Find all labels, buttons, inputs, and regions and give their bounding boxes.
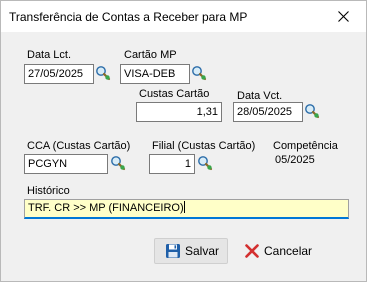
competencia-label: Competência <box>273 140 338 152</box>
historico-input[interactable]: TRF. CR >> MP (FINANCEIRO) <box>24 199 349 219</box>
custas-cartao-label: Custas Cartão <box>139 88 210 100</box>
data-vct-input[interactable]: 28/05/2025 <box>233 102 303 122</box>
data-lct-label: Data Lct. <box>27 49 72 61</box>
data-vct-lookup-icon[interactable] <box>304 103 320 119</box>
cca-input[interactable]: PCGYN <box>24 154 108 174</box>
cartao-mp-lookup-icon[interactable] <box>191 65 207 81</box>
custas-cartao-input[interactable]: 1,31 <box>136 102 222 122</box>
text-caret <box>183 201 185 213</box>
window-title: Transferência de Contas a Receber para M… <box>9 10 248 24</box>
historico-label: Histórico <box>27 185 70 197</box>
data-lct-lookup-icon[interactable] <box>95 65 111 81</box>
historico-text: TRF. CR >> MP (FINANCEIRO) <box>28 202 184 214</box>
cartao-mp-label: Cartão MP <box>124 49 177 61</box>
cancel-button[interactable]: Cancelar <box>234 238 314 264</box>
red-x-icon <box>245 244 259 258</box>
cartao-mp-input[interactable]: VISA-DEB <box>120 64 190 84</box>
filial-input[interactable]: 1 <box>149 154 195 174</box>
data-vct-label: Data Vct. <box>237 90 283 102</box>
save-button[interactable]: Salvar <box>154 238 228 264</box>
dialog-window: Transferência de Contas a Receber para M… <box>0 0 367 282</box>
close-button[interactable] <box>320 1 366 32</box>
cca-label: CCA (Custas Cartão) <box>27 140 131 152</box>
competencia-value: 05/2025 <box>275 154 315 166</box>
floppy-disk-icon <box>166 244 180 258</box>
close-icon <box>337 11 349 22</box>
cancel-label: Cancelar <box>264 244 313 258</box>
cca-lookup-icon[interactable] <box>110 155 126 171</box>
filial-label: Filial (Custas Cartão) <box>152 140 256 152</box>
save-label: Salvar <box>185 244 220 258</box>
filial-lookup-icon[interactable] <box>197 155 213 171</box>
data-lct-input[interactable]: 27/05/2025 <box>24 64 94 84</box>
title-bar[interactable]: Transferência de Contas a Receber para M… <box>1 1 366 32</box>
